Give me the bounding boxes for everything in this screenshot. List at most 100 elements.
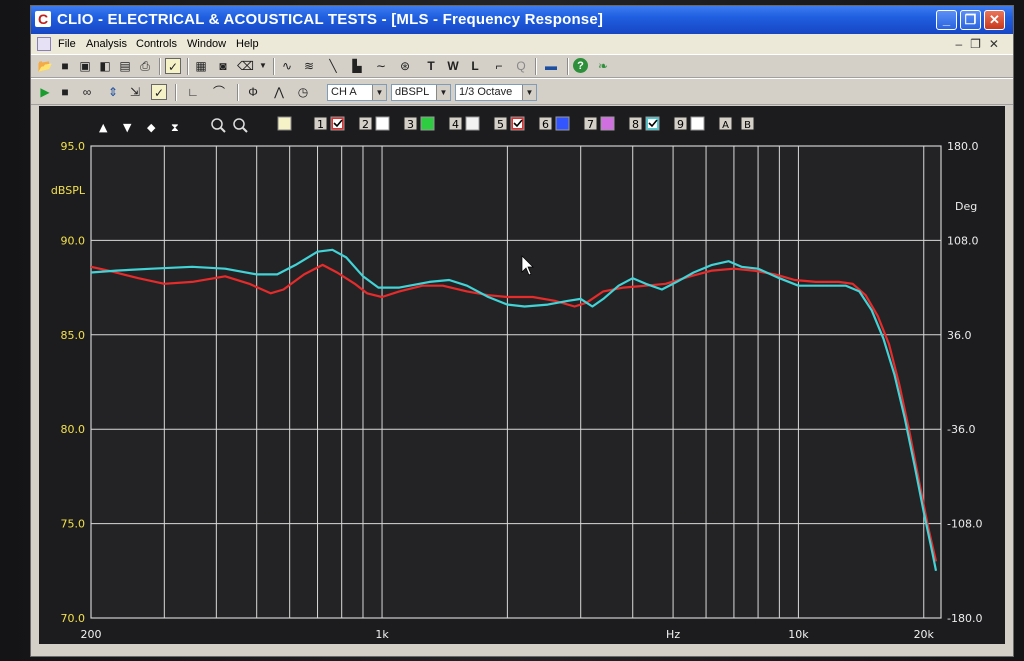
- measurement-toolbar: ▶ ■ ∞ ⇕ ⇲ ✓ ∟ ⌒ Φ ⋀ ◷ CH A ▼ dBSPL ▼ 1/3…: [31, 78, 1013, 105]
- chevron-down-icon[interactable]: ▼: [522, 85, 536, 100]
- minimize-button[interactable]: _: [936, 10, 957, 30]
- compress-icon[interactable]: ⧗: [171, 121, 179, 134]
- menu-analysis[interactable]: Analysis: [86, 38, 127, 50]
- notes-icon[interactable]: ✓: [165, 58, 181, 74]
- dropdown-arrow-icon[interactable]: ▼: [255, 58, 271, 74]
- save-measure-icon[interactable]: ■: [57, 84, 73, 100]
- monitor-icon[interactable]: ▬: [543, 58, 559, 74]
- clio-app-icon[interactable]: C: [35, 11, 51, 27]
- toolbar-separator: [159, 58, 161, 75]
- wf-icon[interactable]: W: [445, 58, 461, 74]
- rta-icon[interactable]: ▙: [349, 58, 365, 74]
- smoothing-select[interactable]: 1/3 Octave ▼: [455, 84, 537, 101]
- toolbar-separator: [273, 58, 275, 75]
- clio-window: C CLIO - ELECTRICAL & ACOUSTICAL TESTS -…: [30, 5, 1014, 657]
- go-icon[interactable]: ▶: [37, 84, 53, 100]
- menu-file[interactable]: File: [58, 38, 76, 50]
- cursor-icon[interactable]: ∟: [185, 84, 201, 100]
- clock-icon[interactable]: ◷: [295, 84, 311, 100]
- phase-icon[interactable]: Φ: [245, 84, 261, 100]
- save-all-icon[interactable]: ▣: [77, 58, 93, 74]
- frequency-response-plot[interactable]: ▲ ▼ ◆ ⧗ 1 2 3 4 5 6 7 8 9 A B 95.0 90.0 85.0 80.0 75.0 70.0…: [39, 106, 1005, 646]
- camera-icon[interactable]: ◙: [215, 58, 231, 74]
- marker-b-button-label: B: [744, 120, 751, 131]
- toolbar-separator: [187, 58, 189, 75]
- x-tick-label: Hz: [666, 628, 680, 641]
- zoom-in-icon-lens: [211, 118, 223, 130]
- overlay-checkbox[interactable]: [420, 116, 435, 131]
- leq-icon[interactable]: L: [467, 58, 483, 74]
- autorange-icon[interactable]: ⇕: [105, 84, 121, 100]
- settings-check-icon[interactable]: ✓: [151, 84, 167, 100]
- y2-axis-label: Deg: [955, 200, 977, 213]
- menu-bar: File Analysis Controls Window Help –❐✕: [31, 34, 1013, 54]
- zoom-out-icon[interactable]: [233, 118, 248, 133]
- chevron-down-icon[interactable]: ▼: [436, 85, 450, 100]
- ts-icon[interactable]: T: [423, 58, 439, 74]
- save-icon[interactable]: ■: [57, 58, 73, 74]
- unit-select[interactable]: dBSPL ▼: [391, 84, 451, 101]
- copy-icon[interactable]: ▤: [117, 58, 133, 74]
- y-tick-label: 80.0: [61, 423, 86, 436]
- x-tick-label: 20k: [914, 628, 935, 641]
- y2-tick-label: 180.0: [947, 140, 979, 153]
- scale-down-icon[interactable]: ▼: [123, 121, 132, 134]
- document-icon[interactable]: [37, 37, 51, 51]
- expand-icon[interactable]: ◆: [147, 121, 156, 134]
- x-tick-label: 1k: [375, 628, 389, 641]
- overlay-checkbox[interactable]: [465, 116, 480, 131]
- smooth-icon[interactable]: ⌒: [211, 84, 227, 100]
- y2-tick-label: 36.0: [947, 329, 972, 342]
- qc-icon[interactable]: Q: [513, 58, 529, 74]
- step-icon[interactable]: ⌐: [491, 58, 507, 74]
- zoom-out-icon-lens: [233, 118, 245, 130]
- unit-value: dBSPL: [395, 86, 430, 98]
- zoom-out-icon-handle: [242, 127, 248, 133]
- toolbar-separator: [567, 58, 569, 75]
- overlay-checkbox[interactable]: [375, 116, 390, 131]
- loop-icon[interactable]: ∞: [79, 84, 95, 100]
- y2-tick-label: -36.0: [947, 423, 975, 436]
- overlay-checkbox[interactable]: [690, 116, 705, 131]
- menu-controls[interactable]: Controls: [136, 38, 177, 50]
- mdi-window-controls[interactable]: –❐✕: [956, 37, 1008, 51]
- y2-tick-label: 108.0: [947, 234, 979, 247]
- overlay-number-label: 4: [452, 118, 459, 131]
- chart-svg[interactable]: ▲ ▼ ◆ ⧗ 1 2 3 4 5 6 7 8 9 A B 95.0 90.0 85.0 80.0 75.0 70.0…: [39, 106, 1005, 646]
- title-bar[interactable]: C CLIO - ELECTRICAL & ACOUSTICAL TESTS -…: [31, 6, 1013, 34]
- open-icon[interactable]: 📂: [37, 58, 53, 74]
- overlay-main-checkbox[interactable]: [277, 116, 292, 131]
- overlay-number-label: 2: [362, 118, 369, 131]
- zoom-in-icon[interactable]: [211, 118, 226, 133]
- main-toolbar: 📂 ■ ▣ ◧ ▤ ⎙ ✓ ▦ ◙ ⌫ ▼ ∿ ≋ ╲ ▙ ∼ ⊛ T W L …: [31, 54, 1013, 78]
- autoscale-icon[interactable]: ⇲: [127, 84, 143, 100]
- context-help-icon[interactable]: ❧: [595, 58, 611, 74]
- overlay-checkbox[interactable]: [600, 116, 615, 131]
- toolbar-separator: [535, 58, 537, 75]
- waterfall-icon[interactable]: ≋: [301, 58, 317, 74]
- plot-frame: [90, 145, 942, 619]
- overlay-number-label: 9: [677, 118, 684, 131]
- x-tick-label: 10k: [788, 628, 809, 641]
- sweep-icon[interactable]: ╲: [325, 58, 341, 74]
- export-icon[interactable]: ◧: [97, 58, 113, 74]
- overlay-number-label: 5: [497, 118, 504, 131]
- close-button[interactable]: ✕: [984, 10, 1005, 30]
- channel-select[interactable]: CH A ▼: [327, 84, 387, 101]
- fft-icon[interactable]: ∿: [279, 58, 295, 74]
- sine-icon[interactable]: ∼: [373, 58, 389, 74]
- group-delay-icon[interactable]: ⋀: [271, 84, 287, 100]
- y-tick-label: 90.0: [61, 234, 86, 247]
- overlay-number-label: 6: [542, 118, 549, 131]
- menu-window[interactable]: Window: [187, 38, 226, 50]
- overlay-checkbox[interactable]: [555, 116, 570, 131]
- chevron-down-icon[interactable]: ▼: [372, 85, 386, 100]
- menu-help[interactable]: Help: [236, 38, 259, 50]
- screenshot-icon[interactable]: ▦: [193, 58, 209, 74]
- eraser-icon[interactable]: ⌫: [237, 58, 254, 74]
- help-icon[interactable]: ?: [573, 58, 588, 73]
- print-icon[interactable]: ⎙: [137, 58, 153, 74]
- maximize-button[interactable]: ❐: [960, 10, 981, 30]
- polar-icon[interactable]: ⊛: [397, 58, 413, 74]
- scale-up-icon[interactable]: ▲: [99, 121, 108, 134]
